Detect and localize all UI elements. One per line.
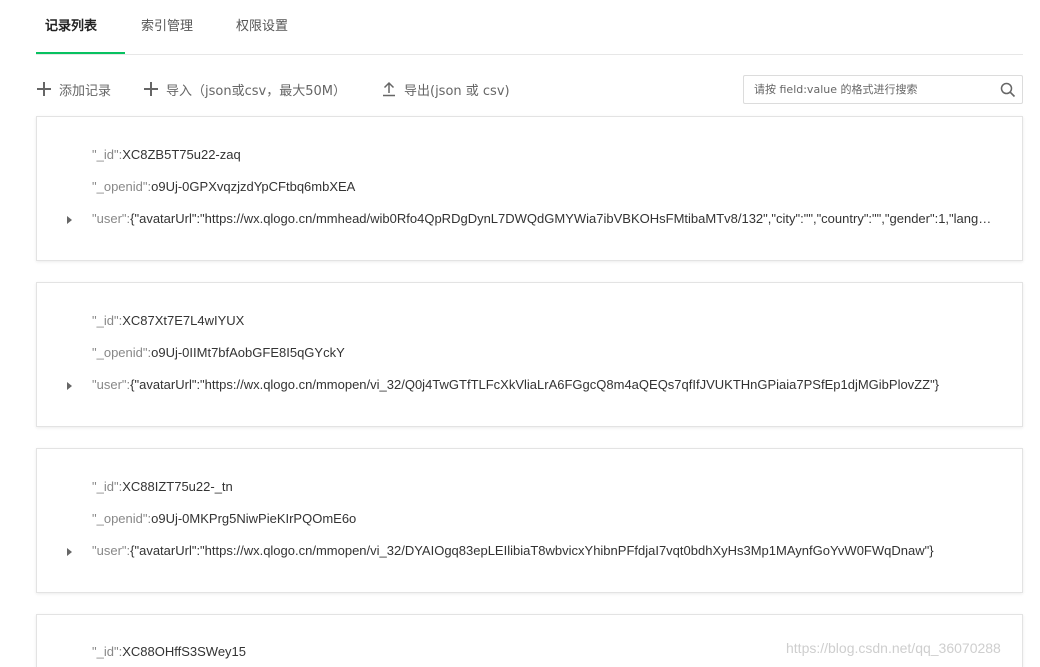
record-user-value: {"avatarUrl":"https://wx.qlogo.cn/mmopen… bbox=[130, 543, 934, 558]
record-id-value: XC88IZT75u22-_tn bbox=[122, 479, 233, 494]
record-user-field: "user":{"avatarUrl":"https://wx.qlogo.cn… bbox=[92, 211, 997, 226]
add-record-label: 添加记录 bbox=[59, 83, 112, 99]
search-input[interactable] bbox=[744, 76, 994, 103]
record-openid-value: o9Uj-0IIMt7bfAobGFE8I5qGYckY bbox=[151, 345, 345, 360]
record-id-field: "_id":XC88OHffS3SWey15 bbox=[92, 644, 247, 659]
record-id-value: XC87Xt7E7L4wIYUX bbox=[122, 313, 245, 328]
record-id-field: "_id":XC8ZB5T75u22-zaq bbox=[92, 147, 241, 162]
record-openid-value: o9Uj-0MKPrg5NiwPieKIrPQOmE6o bbox=[151, 511, 357, 526]
tab-indexes[interactable]: 索引管理 bbox=[141, 15, 193, 34]
record-id-value: XC88OHffS3SWey15 bbox=[122, 644, 247, 659]
record-openid-field: "_openid":o9Uj-0MKPrg5NiwPieKIrPQOmE6o bbox=[92, 511, 357, 526]
record-user-value: {"avatarUrl":"https://wx.qlogo.cn/mmhead… bbox=[130, 211, 997, 226]
record-user-field: "user":{"avatarUrl":"https://wx.qlogo.cn… bbox=[92, 377, 940, 392]
record-openid-value: o9Uj-0GPXvqzjzdYpCFtbq6mbXEA bbox=[151, 179, 356, 194]
import-label: 导入（json或csv，最大50M） bbox=[166, 83, 346, 99]
record-user-field: "user":{"avatarUrl":"https://wx.qlogo.cn… bbox=[92, 543, 934, 558]
record-openid-field: "_openid":o9Uj-0GPXvqzjzdYpCFtbq6mbXEA bbox=[92, 179, 356, 194]
record-user-value: {"avatarUrl":"https://wx.qlogo.cn/mmopen… bbox=[130, 377, 940, 392]
search-icon[interactable] bbox=[1000, 82, 1016, 98]
expand-arrow-icon[interactable] bbox=[65, 381, 75, 391]
tab-bar: 记录列表 索引管理 权限设置 bbox=[36, 0, 1023, 55]
upload-icon bbox=[381, 81, 397, 97]
tab-permissions[interactable]: 权限设置 bbox=[236, 15, 288, 34]
record-card: "_id":XC88IZT75u22-_tn "_openid":o9Uj-0M… bbox=[36, 448, 1023, 593]
import-button[interactable]: 导入（json或csv，最大50M） bbox=[143, 79, 346, 99]
record-id-value: XC8ZB5T75u22-zaq bbox=[122, 147, 241, 162]
record-card: "_id":XC8ZB5T75u22-zaq "_openid":o9Uj-0G… bbox=[36, 116, 1023, 261]
export-label: 导出(json 或 csv) bbox=[404, 83, 510, 99]
record-openid-field: "_openid":o9Uj-0IIMt7bfAobGFE8I5qGYckY bbox=[92, 345, 345, 360]
export-button[interactable]: 导出(json 或 csv) bbox=[381, 79, 510, 99]
record-id-field: "_id":XC87Xt7E7L4wIYUX bbox=[92, 313, 245, 328]
tab-records[interactable]: 记录列表 bbox=[45, 15, 97, 34]
active-tab-indicator bbox=[36, 52, 125, 54]
watermark: https://blog.csdn.net/qq_36070288 bbox=[786, 640, 1001, 656]
expand-arrow-icon[interactable] bbox=[65, 215, 75, 225]
plus-icon bbox=[36, 81, 52, 97]
record-card: "_id":XC87Xt7E7L4wIYUX "_openid":o9Uj-0I… bbox=[36, 282, 1023, 427]
add-record-button[interactable]: 添加记录 bbox=[36, 79, 111, 99]
search-box bbox=[743, 75, 1023, 104]
record-id-field: "_id":XC88IZT75u22-_tn bbox=[92, 479, 233, 494]
expand-arrow-icon[interactable] bbox=[65, 547, 75, 557]
plus-icon bbox=[143, 81, 159, 97]
